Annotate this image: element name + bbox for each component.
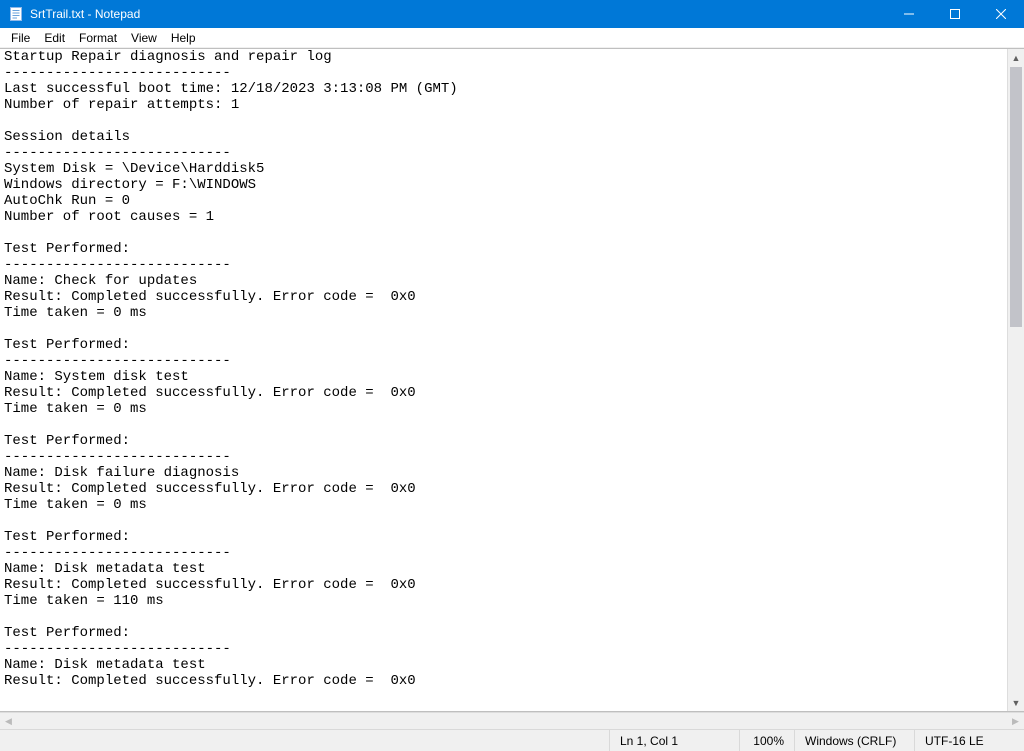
menu-edit[interactable]: Edit — [37, 30, 72, 46]
scroll-right-arrow-icon[interactable]: ▶ — [1007, 713, 1024, 729]
menu-format[interactable]: Format — [72, 30, 124, 46]
vertical-scrollbar[interactable]: ▲ ▼ — [1007, 49, 1024, 711]
close-button[interactable] — [978, 0, 1024, 28]
maximize-button[interactable] — [932, 0, 978, 28]
status-encoding: UTF-16 LE — [914, 730, 1024, 751]
editor-area: Startup Repair diagnosis and repair log … — [0, 48, 1024, 712]
scroll-up-arrow-icon[interactable]: ▲ — [1008, 49, 1024, 66]
minimize-button[interactable] — [886, 0, 932, 28]
status-line-ending: Windows (CRLF) — [794, 730, 914, 751]
status-cursor-position: Ln 1, Col 1 — [609, 730, 739, 751]
scroll-down-arrow-icon[interactable]: ▼ — [1008, 694, 1024, 711]
scroll-left-arrow-icon[interactable]: ◀ — [0, 713, 17, 729]
vertical-scroll-thumb[interactable] — [1010, 67, 1022, 327]
menu-bar: File Edit Format View Help — [0, 28, 1024, 48]
window-title: SrtTrail.txt - Notepad — [30, 7, 886, 21]
status-zoom: 100% — [739, 730, 794, 751]
menu-help[interactable]: Help — [164, 30, 203, 46]
window-controls — [886, 0, 1024, 28]
menu-view[interactable]: View — [124, 30, 164, 46]
title-bar: SrtTrail.txt - Notepad — [0, 0, 1024, 28]
status-bar: Ln 1, Col 1 100% Windows (CRLF) UTF-16 L… — [0, 729, 1024, 751]
text-editor[interactable]: Startup Repair diagnosis and repair log … — [0, 49, 1007, 711]
horizontal-scrollbar[interactable]: ◀ ▶ — [0, 712, 1024, 729]
notepad-icon — [8, 6, 24, 22]
status-spacer — [0, 730, 609, 751]
menu-file[interactable]: File — [4, 30, 37, 46]
